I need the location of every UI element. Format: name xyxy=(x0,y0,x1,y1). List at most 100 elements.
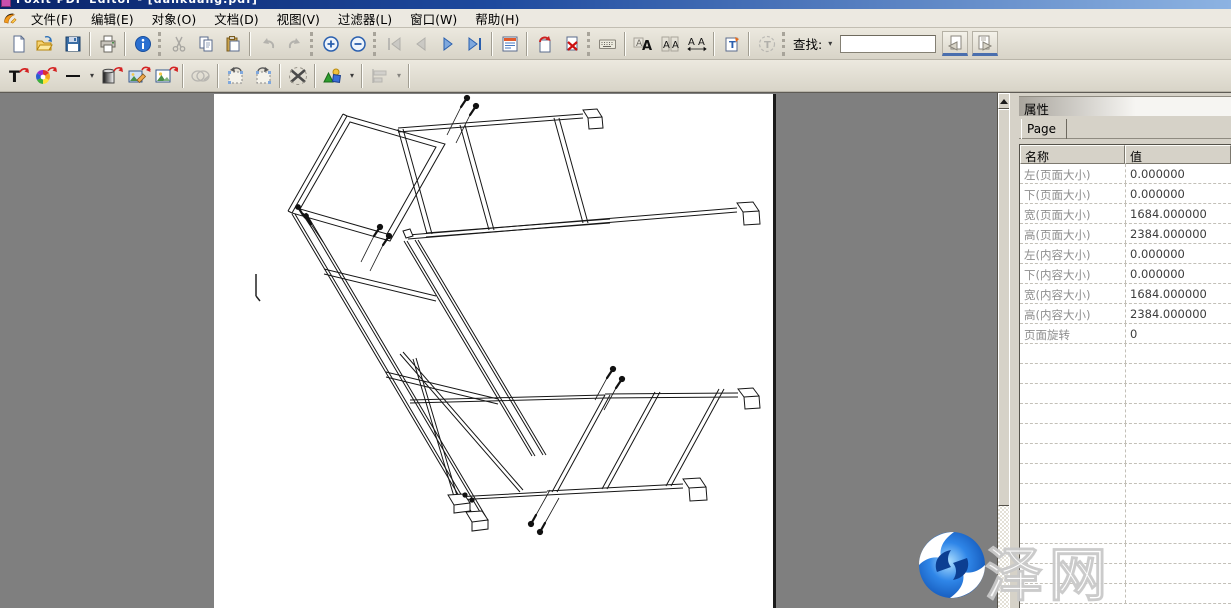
property-value-cell[interactable] xyxy=(1125,584,1231,603)
save-button[interactable] xyxy=(59,31,86,56)
toolbar-drag-handle[interactable] xyxy=(782,32,785,56)
property-row[interactable] xyxy=(1020,364,1231,384)
clone-object-button[interactable] xyxy=(187,63,214,88)
property-name-cell[interactable] xyxy=(1020,384,1125,403)
property-value-cell[interactable]: 2384.000000 xyxy=(1125,304,1231,323)
cut-button[interactable] xyxy=(165,31,192,56)
property-row[interactable]: 左(内容大小)0.000000 xyxy=(1020,244,1231,264)
property-name-cell[interactable]: 左(内容大小) xyxy=(1020,244,1125,263)
property-name-cell[interactable]: 宽(内容大小) xyxy=(1020,284,1125,303)
font-style-button[interactable]: AA xyxy=(629,31,656,56)
redo-button[interactable] xyxy=(281,31,308,56)
property-row[interactable] xyxy=(1020,524,1231,544)
property-name-cell[interactable] xyxy=(1020,564,1125,583)
line-style-dropdown[interactable]: ▾ xyxy=(86,63,98,88)
align-objects-button[interactable] xyxy=(366,63,393,88)
property-row[interactable] xyxy=(1020,584,1231,604)
property-name-cell[interactable]: 高(内容大小) xyxy=(1020,304,1125,323)
toolbar-drag-handle[interactable] xyxy=(587,32,590,56)
property-row[interactable] xyxy=(1020,444,1231,464)
edit-image-button[interactable] xyxy=(125,63,152,88)
property-row[interactable] xyxy=(1020,384,1231,404)
rotate-object-right-button[interactable] xyxy=(249,63,276,88)
document-vertical-scrollbar[interactable] xyxy=(997,93,1009,608)
property-value-cell[interactable] xyxy=(1125,524,1231,543)
property-value-cell[interactable] xyxy=(1125,544,1231,563)
menu-item-view[interactable]: 视图(V) xyxy=(268,8,329,29)
property-name-cell[interactable]: 页面旋转 xyxy=(1020,324,1125,343)
align-objects-dropdown[interactable]: ▾ xyxy=(393,63,405,88)
property-row[interactable]: 高(内容大小)2384.000000 xyxy=(1020,304,1231,324)
delete-page-button[interactable] xyxy=(558,31,585,56)
menu-item-document[interactable]: 文档(D) xyxy=(205,8,267,29)
property-name-cell[interactable] xyxy=(1020,584,1125,603)
property-row[interactable]: 左(页面大小)0.000000 xyxy=(1020,164,1231,184)
property-name-cell[interactable] xyxy=(1020,464,1125,483)
property-value-cell[interactable] xyxy=(1125,404,1231,423)
property-row[interactable] xyxy=(1020,544,1231,564)
property-value-cell[interactable] xyxy=(1125,464,1231,483)
property-name-cell[interactable]: 下(页面大小) xyxy=(1020,184,1125,203)
document-area[interactable] xyxy=(0,93,997,608)
property-value-cell[interactable] xyxy=(1125,344,1231,363)
last-page-button[interactable] xyxy=(461,31,488,56)
copy-button[interactable] xyxy=(192,31,219,56)
new-document-button[interactable] xyxy=(5,31,32,56)
find-options-dropdown[interactable]: ▾ xyxy=(824,31,836,56)
next-page-button[interactable] xyxy=(434,31,461,56)
add-shape-button[interactable] xyxy=(319,63,346,88)
add-shading-button[interactable] xyxy=(98,63,125,88)
property-name-cell[interactable] xyxy=(1020,344,1125,363)
property-name-cell[interactable] xyxy=(1020,544,1125,563)
document-info-button[interactable] xyxy=(129,31,156,56)
property-row[interactable] xyxy=(1020,404,1231,424)
property-row[interactable] xyxy=(1020,564,1231,584)
property-row[interactable]: 宽(内容大小)1684.000000 xyxy=(1020,284,1231,304)
property-name-cell[interactable] xyxy=(1020,364,1125,383)
property-value-cell[interactable] xyxy=(1125,504,1231,523)
paste-button[interactable] xyxy=(219,31,246,56)
menu-item-help[interactable]: 帮助(H) xyxy=(466,8,528,29)
property-value-cell[interactable]: 0 xyxy=(1125,324,1231,343)
toolbar-drag-handle[interactable] xyxy=(310,32,313,56)
property-value-cell[interactable] xyxy=(1125,364,1231,383)
property-value-cell[interactable]: 0.000000 xyxy=(1125,264,1231,283)
print-button[interactable] xyxy=(94,31,121,56)
property-name-cell[interactable] xyxy=(1020,524,1125,543)
property-name-cell[interactable] xyxy=(1020,484,1125,503)
zoom-out-button[interactable] xyxy=(344,31,371,56)
property-value-cell[interactable]: 1684.000000 xyxy=(1125,284,1231,303)
property-row[interactable] xyxy=(1020,504,1231,524)
find-next-button[interactable] xyxy=(972,31,998,56)
column-header-name[interactable]: 名称 xyxy=(1020,145,1125,164)
property-value-cell[interactable] xyxy=(1125,484,1231,503)
pdf-page[interactable] xyxy=(214,94,776,608)
property-value-cell[interactable]: 1684.000000 xyxy=(1125,204,1231,223)
property-name-cell[interactable] xyxy=(1020,424,1125,443)
property-name-cell[interactable]: 下(内容大小) xyxy=(1020,264,1125,283)
open-document-button[interactable] xyxy=(32,31,59,56)
page-properties-button[interactable] xyxy=(496,31,523,56)
property-row[interactable]: 宽(页面大小)1684.000000 xyxy=(1020,204,1231,224)
add-text-object-button[interactable]: T xyxy=(5,63,32,88)
property-value-cell[interactable]: 0.000000 xyxy=(1125,244,1231,263)
tab-page[interactable]: Page xyxy=(1021,119,1067,139)
property-row[interactable] xyxy=(1020,484,1231,504)
insert-text-button[interactable]: T xyxy=(718,31,745,56)
toolbar-drag-handle[interactable] xyxy=(158,32,161,56)
rotate-object-left-button[interactable] xyxy=(222,63,249,88)
add-shape-dropdown[interactable]: ▾ xyxy=(346,63,358,88)
delete-object-button[interactable] xyxy=(284,63,311,88)
property-row[interactable] xyxy=(1020,424,1231,444)
character-spacing-button[interactable]: AA xyxy=(683,31,710,56)
property-value-cell[interactable] xyxy=(1125,444,1231,463)
line-style-button[interactable] xyxy=(59,63,86,88)
property-value-cell[interactable] xyxy=(1125,424,1231,443)
menu-item-object[interactable]: 对象(O) xyxy=(143,8,206,29)
property-value-cell[interactable]: 0.000000 xyxy=(1125,164,1231,183)
previous-page-button[interactable] xyxy=(407,31,434,56)
property-row[interactable]: 页面旋转0 xyxy=(1020,324,1231,344)
property-value-cell[interactable]: 2384.000000 xyxy=(1125,224,1231,243)
property-row[interactable] xyxy=(1020,464,1231,484)
menu-item-edit[interactable]: 编辑(E) xyxy=(82,8,143,29)
